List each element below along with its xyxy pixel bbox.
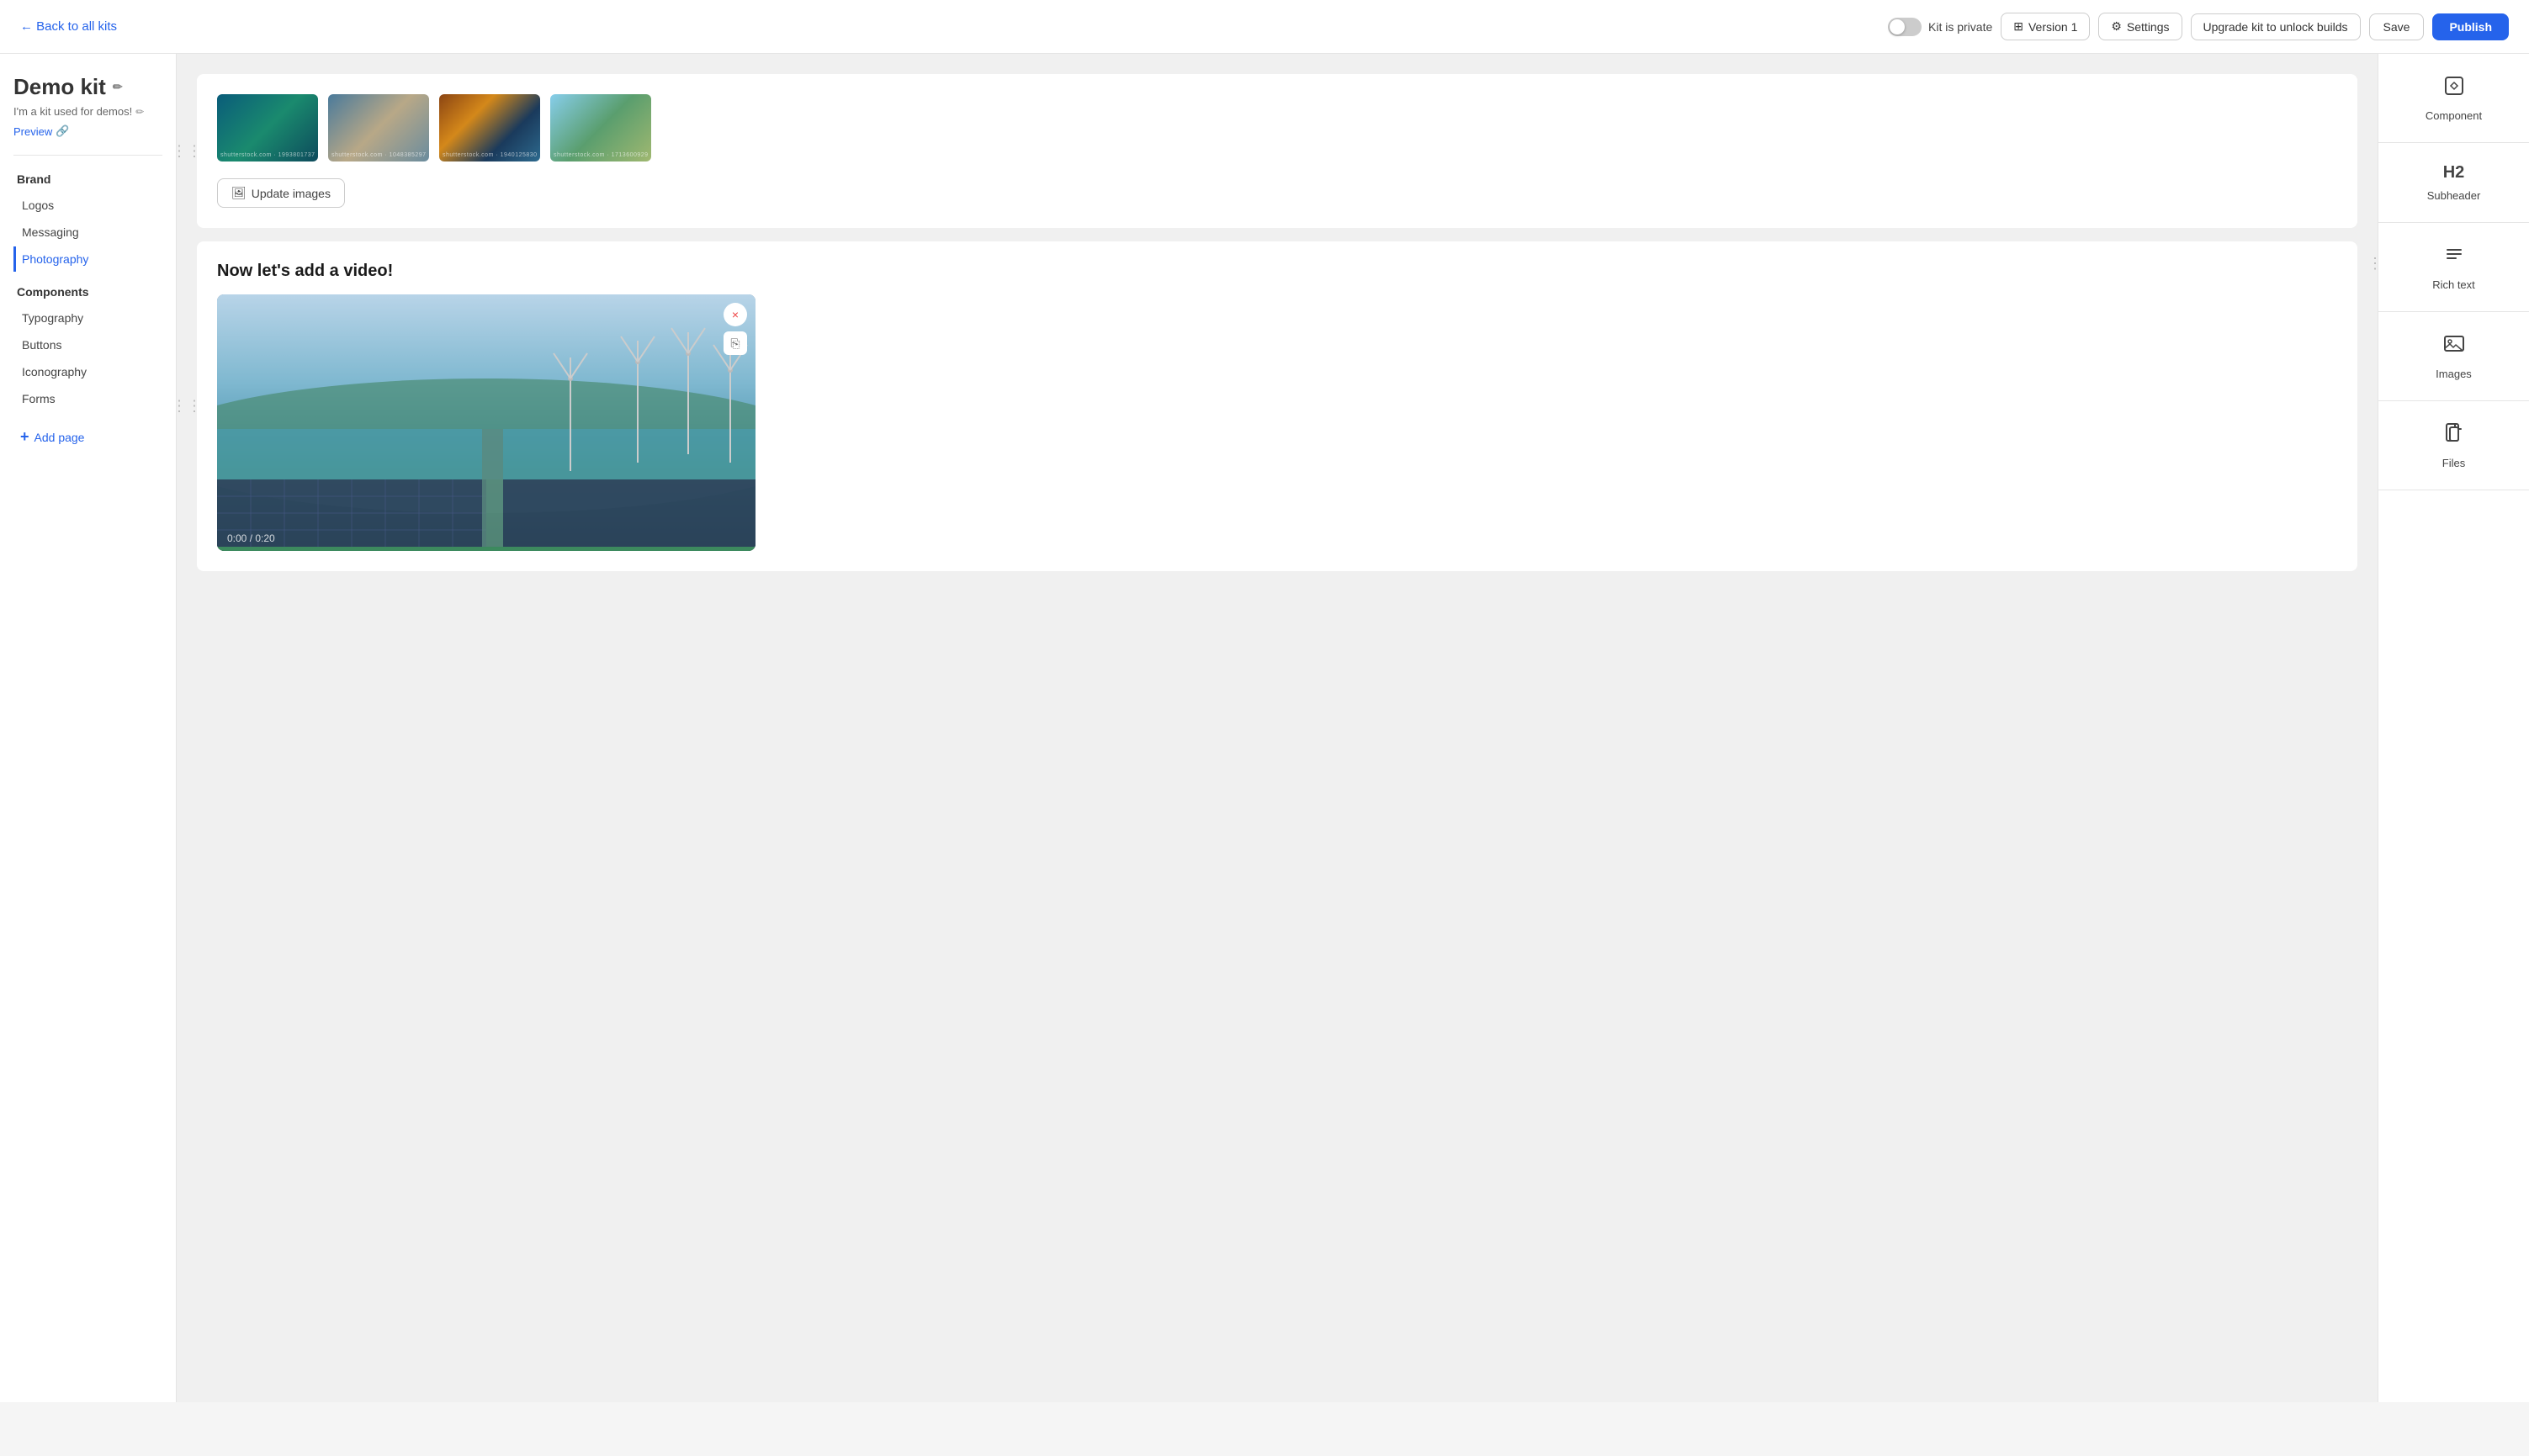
settings-label: Settings — [2127, 20, 2170, 34]
kit-description-text: I'm a kit used for demos! — [13, 105, 132, 118]
version-label: Version 1 — [2028, 20, 2077, 34]
app-header: ← Back to all kits Kit is private ⊞ Vers… — [0, 0, 2529, 54]
add-page-label: Add page — [34, 431, 85, 444]
image-thumb-road[interactable]: shutterstock.com · 1713600929 — [550, 94, 651, 161]
watermark-3: shutterstock.com · 1940125830 — [443, 152, 538, 158]
update-images-label: Update images — [252, 187, 331, 200]
kit-description-edit-icon[interactable]: ✏ — [135, 106, 144, 118]
video-section-card: ⋮⋮ ⋮ Now let's add a video! × ⎘ — [197, 241, 2357, 571]
video-section-heading: Now let's add a video! — [217, 262, 2337, 281]
panel-item-component[interactable]: Component — [2378, 54, 2529, 143]
brand-section-title: Brand — [13, 172, 162, 186]
sidebar-item-messaging[interactable]: Messaging — [13, 220, 162, 245]
subheader-icon: H2 — [2443, 163, 2465, 183]
preview-link[interactable]: Preview 🔗 — [13, 124, 162, 138]
plus-icon: + — [20, 428, 29, 446]
gear-icon: ⚙ — [2111, 19, 2122, 34]
version-layers-icon: ⊞ — [2013, 19, 2023, 34]
preview-label: Preview — [13, 125, 52, 138]
panel-item-images[interactable]: Images — [2378, 312, 2529, 401]
upgrade-button[interactable]: Upgrade kit to unlock builds — [2191, 13, 2361, 40]
header-center: Kit is private ⊞ Version 1 ⚙ Settings Up… — [1888, 13, 2509, 40]
rich-text-icon — [2442, 243, 2466, 272]
panel-item-subheader[interactable]: H2 Subheader — [2378, 143, 2529, 223]
video-copy-button[interactable]: ⎘ — [724, 331, 747, 355]
kit-name-edit-icon[interactable]: ✏ — [113, 80, 123, 94]
settings-button[interactable]: ⚙ Settings — [2098, 13, 2182, 40]
video-thumbnail[interactable] — [217, 294, 756, 551]
images-icon — [2442, 332, 2466, 361]
video-timestamp: 0:00 / 0:20 — [227, 532, 275, 544]
save-button[interactable]: Save — [2369, 13, 2425, 40]
sidebar-item-typography[interactable]: Typography — [13, 305, 162, 331]
rich-text-label: Rich text — [2432, 278, 2475, 291]
sidebar-item-iconography[interactable]: Iconography — [13, 359, 162, 384]
files-label: Files — [2442, 457, 2465, 469]
image-thumb-sunset[interactable]: shutterstock.com · 1940125830 — [439, 94, 540, 161]
image-icon: 🖼 — [231, 186, 247, 200]
components-section: Components Typography Buttons Iconograph… — [13, 285, 162, 411]
image-thumb-ocean[interactable]: shutterstock.com · 1993801737 — [217, 94, 318, 161]
video-close-button[interactable]: × — [724, 303, 747, 326]
watermark-4: shutterstock.com · 1713600929 — [554, 152, 649, 158]
header-left: ← Back to all kits — [20, 19, 117, 34]
kit-description: I'm a kit used for demos! ✏ — [13, 105, 162, 118]
watermark-2: shutterstock.com · 1048385297 — [331, 152, 427, 158]
update-images-button[interactable]: 🖼 Update images — [217, 178, 345, 208]
panel-item-rich-text[interactable]: Rich text — [2378, 223, 2529, 312]
sidebar-item-photography[interactable]: Photography — [13, 246, 162, 272]
publish-button[interactable]: Publish — [2432, 13, 2509, 40]
wind-scene-svg — [217, 294, 756, 547]
toggle-knob — [1890, 19, 1905, 34]
files-icon — [2442, 421, 2466, 450]
component-icon — [2442, 74, 2466, 103]
sidebar-divider — [13, 155, 162, 156]
watermark-1: shutterstock.com · 1993801737 — [220, 152, 315, 158]
brand-section: Brand Logos Messaging Photography — [13, 172, 162, 272]
panel-item-files[interactable]: Files — [2378, 401, 2529, 490]
link-icon: 🔗 — [56, 124, 69, 138]
component-label: Component — [2426, 109, 2482, 122]
components-section-title: Components — [13, 285, 162, 299]
video-container: × ⎘ — [217, 294, 756, 551]
drag-handle-video[interactable]: ⋮⋮ — [177, 398, 202, 416]
drag-handle-images[interactable]: ⋮⋮ — [177, 142, 202, 160]
sidebar-item-buttons[interactable]: Buttons — [13, 332, 162, 357]
subheader-label: Subheader — [2427, 189, 2481, 202]
images-grid: shutterstock.com · 1993801737 shuttersto… — [217, 94, 2337, 161]
kit-name-text: Demo kit — [13, 74, 106, 100]
app-body: Demo kit ✏ I'm a kit used for demos! ✏ P… — [0, 54, 2529, 1402]
video-section-menu[interactable]: ⋮ — [2367, 255, 2378, 273]
kit-name: Demo kit ✏ — [13, 74, 162, 100]
sidebar: Demo kit ✏ I'm a kit used for demos! ✏ P… — [0, 54, 177, 1402]
right-panel: Component H2 Subheader Rich text — [2378, 54, 2529, 1402]
kit-private-label: Kit is private — [1928, 20, 1992, 34]
image-thumb-dock[interactable]: shutterstock.com · 1048385297 — [328, 94, 429, 161]
sidebar-item-logos[interactable]: Logos — [13, 193, 162, 218]
kit-private-toggle-wrapper: Kit is private — [1888, 18, 1992, 36]
main-content: ⋮⋮ shutterstock.com · 1993801737 shutter… — [177, 54, 2378, 1402]
images-section-card: ⋮⋮ shutterstock.com · 1993801737 shutter… — [197, 74, 2357, 228]
add-page-button[interactable]: + Add page — [13, 425, 162, 449]
back-to-kits-link[interactable]: ← Back to all kits — [20, 19, 117, 34]
kit-private-toggle[interactable] — [1888, 18, 1922, 36]
images-label: Images — [2436, 368, 2472, 380]
version-button[interactable]: ⊞ Version 1 — [2001, 13, 2090, 40]
sidebar-item-forms[interactable]: Forms — [13, 386, 162, 411]
